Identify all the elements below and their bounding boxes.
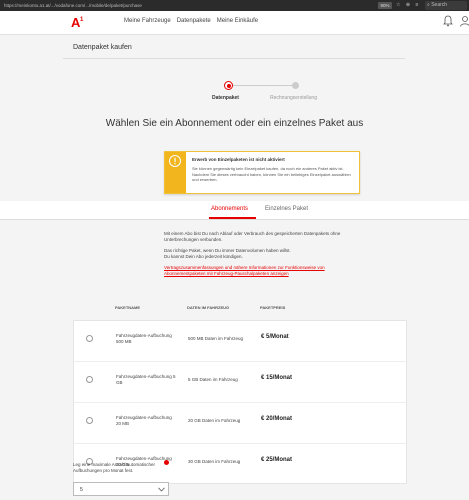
package-name: Fahrzeugdaten-Aufbuchung 500 MB <box>116 333 172 344</box>
info-paragraph-3: Du kannst Dein Abo jederzeit kündigen. <box>164 254 243 259</box>
contract-info-link[interactable]: Vertragszusammenfassungen und nähere Inf… <box>164 265 364 277</box>
warning-title: Erwerb von Einzelpaketen ist nicht aktiv… <box>192 157 285 162</box>
warning-text: Sie können gegenwärtig kein Einzelpaket … <box>192 166 351 182</box>
package-radio[interactable] <box>86 417 93 424</box>
nav-item-datenpakete[interactable]: Datenpakete <box>177 18 211 24</box>
package-price: € 25/Monat <box>261 457 293 463</box>
nav-item-fahrzeuge[interactable]: Meine Fahrzeuge <box>124 18 171 24</box>
stepper-line <box>229 85 295 86</box>
step-rechnung-inactive <box>292 82 299 89</box>
package-table: Fahrzeugdaten-Aufbuchung 500 MB 500 MB D… <box>73 320 407 484</box>
select-value: 5 <box>80 487 83 493</box>
package-name: Fahrzeugdaten-Aufbuchung 20 MB <box>116 415 172 426</box>
svg-text:1: 1 <box>80 17 84 23</box>
column-header-paketname: PAKETNAME <box>115 305 141 310</box>
bell-icon[interactable] <box>443 15 453 27</box>
package-name: Fahrzeugdaten-Aufbuchung 5 GB <box>116 374 176 385</box>
address-bar[interactable]: https://meinkonto.a1.at/.../vodafone.com… <box>4 3 142 8</box>
active-tab-indicator <box>209 217 256 219</box>
selection-heading: Wählen Sie ein Abonnement oder ein einze… <box>105 118 364 129</box>
toolbar-icons[interactable]: ☆ ⊕ ≡ <box>396 2 420 8</box>
zoom-indicator[interactable]: 90% <box>378 2 392 9</box>
table-row[interactable]: Fahrzeugdaten-Aufbuchung 20 MB 20 GB Dat… <box>74 403 406 444</box>
chevron-down-icon <box>158 487 165 492</box>
package-price: € 5/Monat <box>261 334 289 340</box>
tab-einzelnes-paket[interactable]: Einzelnes Paket <box>265 206 308 212</box>
title-divider <box>63 58 405 59</box>
step-datenpaket-active <box>224 81 233 90</box>
package-data: 500 MB Daten im Fahrzeug <box>188 336 244 341</box>
search-placeholder: Search <box>431 2 448 8</box>
max-topups-label: Leg eine maximale Anzahl automatischer A… <box>73 462 156 473</box>
info-paragraph-1: Mit einem Abo bist Du nach Ablauf oder V… <box>164 231 341 242</box>
package-data: 30 GB Daten im Fahrzeug <box>188 459 241 464</box>
package-radio[interactable] <box>86 376 93 383</box>
package-data: 20 GB Daten im Fahrzeug <box>188 418 241 423</box>
table-row[interactable]: Fahrzeugdaten-Aufbuchung 5 GB 5 GB Daten… <box>74 362 406 403</box>
a1-logo[interactable]: A 1 <box>71 15 85 29</box>
info-icon[interactable] <box>164 460 169 465</box>
main-nav: Meine Fahrzeuge Datenpakete Meine Einkäu… <box>124 18 258 24</box>
site-header: A 1 Meine Fahrzeuge Datenpakete Meine Ei… <box>0 11 469 35</box>
package-price: € 15/Monat <box>261 375 293 381</box>
warning-icon <box>169 155 181 167</box>
subscription-info: Mit einem Abo bist Du nach Ablauf oder V… <box>164 231 364 282</box>
warning-notice: Erwerb von Einzelpaketen ist nicht aktiv… <box>164 151 360 194</box>
column-header-preis: PAKETPREIS <box>260 305 286 310</box>
package-radio[interactable] <box>86 335 93 342</box>
page-title: Datenpaket kaufen <box>73 44 132 51</box>
step-label-rechnung: Rechnungserstellung <box>270 95 317 101</box>
package-price: € 20/Monat <box>261 416 293 422</box>
user-icon[interactable] <box>460 15 469 27</box>
browser-toolbar: https://meinkonto.a1.at/.../vodafone.com… <box>0 0 469 11</box>
package-data: 5 GB Daten im Fahrzeug <box>188 377 238 382</box>
step-label-datenpaket: Datenpaket <box>212 95 239 101</box>
main-content: Datenpaket kaufen Datenpaket Rechnungser… <box>0 35 469 500</box>
nav-item-einkaeufe[interactable]: Meine Einkäufe <box>217 18 258 24</box>
max-topups-select[interactable]: 5 <box>73 482 169 496</box>
browser-search-box[interactable]: ⌕ Search <box>425 1 467 10</box>
tab-abonnements[interactable]: Abonnements <box>211 206 248 212</box>
column-header-daten: DATEN IM FAHRZEUG <box>187 305 230 310</box>
table-row[interactable]: Fahrzeugdaten-Aufbuchung 500 MB 500 MB D… <box>74 321 406 362</box>
